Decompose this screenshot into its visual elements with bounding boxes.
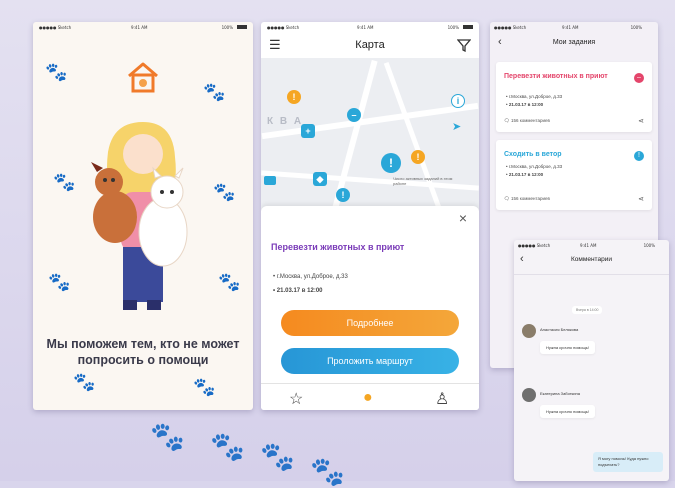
task-title: Перевезти животных в приют [271, 242, 405, 252]
task-card[interactable]: Перевезти животных в приют – • г.Москва,… [496, 62, 652, 132]
task-datetime: • 21.03.17 в 12:00 [506, 172, 544, 177]
page-title: Мои задания [552, 39, 596, 46]
paw-pattern-icon: 🐾 [45, 62, 68, 82]
comments-count[interactable]: 🗨 156 комментариев [504, 196, 550, 202]
battery-label: 100% [221, 25, 233, 30]
comments-count[interactable]: 🗨 156 комментариев [504, 118, 550, 124]
address-text: г.Москва, ул.Доброе, д.33 [508, 94, 563, 99]
paw-decoration-icon: 🐾 [210, 431, 245, 462]
close-icon[interactable]: × [459, 210, 467, 226]
address-text: г.Москва, ул.Доброе, д.33 [508, 164, 563, 169]
paw-pattern-icon: 🐾 [203, 82, 226, 102]
time-label: 9:41 AM [562, 25, 579, 30]
filter-icon[interactable] [457, 38, 471, 52]
medicine-marker-icon[interactable]: ◆ [313, 172, 327, 186]
comment-icon: 🗨 [504, 196, 510, 201]
location-arrow-icon[interactable]: ➤ [452, 120, 461, 133]
battery-label: 100% [447, 25, 459, 30]
paw-pattern-icon: 🐾 [213, 182, 236, 202]
comments-text: 156 комментариев [510, 118, 550, 123]
map-view[interactable]: К В А ! – + ! ! ! ◆ Число активных задан… [261, 58, 479, 216]
info-icon[interactable]: i [451, 94, 465, 108]
tab-bar: ☆ ● ♙ [261, 383, 479, 410]
task-card[interactable]: Сходить в ветор ! • г.Москва, ул.Доброе,… [496, 140, 652, 210]
time-label: 9:41 AM [357, 25, 374, 30]
map-screen: ●●●●● Sketch 9:41 AM 100% ☰ Карта К В А … [261, 22, 479, 410]
details-button[interactable]: Подробнее [281, 310, 459, 336]
task-datetime: • 21.03.17 в 12:00 [506, 102, 544, 107]
carrier-label: ●●●●● Sketch [518, 243, 551, 248]
selected-task-marker-icon[interactable]: ! [381, 153, 401, 173]
comment-icon: 🗨 [504, 118, 510, 123]
task-marker-icon[interactable]: ! [336, 188, 350, 202]
paw-decoration-icon: 🐾 [150, 421, 185, 452]
vet-marker-icon[interactable]: + [301, 124, 315, 138]
datetime-text: 21.03.17 в 12:00 [508, 172, 544, 177]
page-title: Комментарии [571, 256, 612, 263]
task-title: Сходить в ветор [504, 151, 562, 158]
task-title: Перевезти животных в приют [504, 73, 608, 80]
status-bar: ●●●●● Sketch 9:41 AM 100% [33, 22, 253, 32]
author-name: Анастасия Белякова [540, 327, 579, 332]
navigation-bar: ☰ Карта [261, 34, 479, 59]
comment-bubble: Нужна срочно помощь! [540, 405, 595, 418]
comment-bubble: Нужна срочно помощь! [540, 341, 595, 354]
divider [514, 274, 669, 275]
map-tab-icon[interactable]: ● [363, 389, 373, 407]
map-district-label: К В А [267, 116, 304, 127]
share-icon[interactable]: ⋖ [638, 117, 644, 125]
paw-decoration-icon: 🐾 [310, 456, 345, 487]
status-bar: ●●●●● Sketch 9:41 AM 100% [261, 22, 479, 32]
battery-icon [463, 25, 473, 29]
build-route-button[interactable]: Проложить маршрут [281, 348, 459, 374]
date-separator: Вчера в 14:00 [572, 306, 603, 314]
carrier-label: ●●●●● Sketch [267, 25, 300, 30]
time-label: 9:41 AM [580, 243, 597, 248]
paw-decoration-icon: 🐾 [260, 441, 295, 472]
status-badge: ! [634, 151, 644, 161]
task-datetime: • 21.03.17 в 12:00 [273, 288, 323, 294]
avatar[interactable] [522, 388, 536, 402]
share-icon[interactable]: ⋖ [638, 195, 644, 203]
profile-tab-icon[interactable]: ♙ [435, 389, 449, 409]
my-comment-bubble: Я могу помочь! Куда нужно подъехать? [593, 452, 663, 472]
favorites-tab-icon[interactable]: ☆ [289, 389, 303, 409]
carrier-label: ●●●●● Sketch [494, 25, 527, 30]
time-label: 9:41 AM [131, 25, 148, 30]
avatar[interactable] [522, 324, 536, 338]
battery-label: 100% [643, 243, 655, 248]
task-marker-icon[interactable]: – [347, 108, 361, 122]
task-marker-icon[interactable]: ! [287, 90, 301, 104]
comments-text: 156 комментариев [510, 196, 550, 201]
task-detail-card: × Перевезти животных в приют • г.Москва,… [261, 206, 479, 386]
page-title: Карта [355, 39, 385, 51]
paw-pattern-icon: 🐾 [53, 172, 76, 192]
map-tooltip: Число активных заданий в этом районе [393, 176, 453, 186]
paw-pattern-icon: 🐾 [48, 272, 71, 292]
author-name: Екатерина Заботкина [540, 391, 580, 396]
task-address: • г.Москва, ул.Доброе, д.33 [506, 94, 563, 99]
status-bar: ●●●●● Sketch 9:41 AM 100% [514, 240, 669, 250]
tagline-text: Мы поможем тем, кто не может попросить о… [46, 337, 240, 367]
battery-icon [237, 25, 247, 29]
house-logo-icon [128, 62, 158, 93]
map-road [383, 61, 444, 215]
paw-pattern-icon: 🐾 [73, 372, 96, 392]
datetime-text: 21.03.17 в 12:00 [276, 288, 323, 294]
datetime-text: 21.03.17 в 12:00 [508, 102, 544, 107]
paw-pattern-icon: 🐾 [218, 272, 241, 292]
splash-screen: ●●●●● Sketch 9:41 AM 100% 🐾 🐾 🐾 🐾 🐾 🐾 🐾 … [33, 22, 253, 410]
task-address: • г.Москва, ул.Доброе, д.33 [506, 164, 563, 169]
status-bar: ●●●●● Sketch 9:41 AM 100% [490, 22, 658, 32]
shelter-marker-icon[interactable] [264, 176, 276, 185]
address-text: г.Москва, ул.Доброе, д.33 [276, 274, 348, 280]
girl-with-pets-illustration [91, 122, 188, 310]
paw-pattern-icon: 🐾 [193, 377, 216, 397]
task-marker-icon[interactable]: ! [411, 150, 425, 164]
status-badge: – [634, 73, 644, 83]
carrier-label: ●●●●● Sketch [39, 25, 72, 30]
task-address: • г.Москва, ул.Доброе, д.33 [273, 274, 348, 280]
comments-screen: ●●●●● Sketch 9:41 AM 100% ‹ Комментарии … [514, 240, 669, 481]
battery-label: 100% [630, 25, 642, 30]
